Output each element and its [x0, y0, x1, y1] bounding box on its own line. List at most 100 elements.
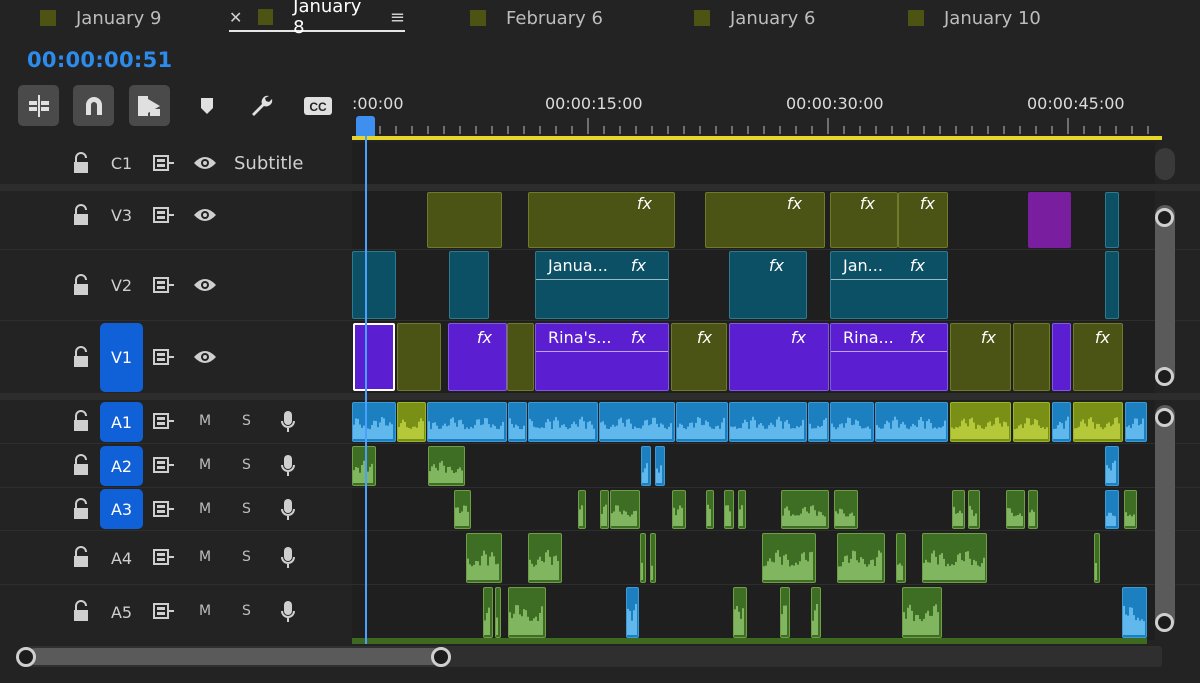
microphone-icon[interactable]: [280, 410, 296, 434]
audio-clip[interactable]: [780, 587, 790, 638]
audio-clip[interactable]: [968, 490, 980, 529]
audio-clip[interactable]: [1124, 490, 1137, 529]
lock-icon[interactable]: [72, 410, 90, 432]
audio-clip[interactable]: [762, 533, 816, 583]
audio-clip[interactable]: [495, 587, 501, 638]
audio-clip[interactable]: [922, 533, 987, 583]
audio-clip[interactable]: [483, 587, 493, 638]
audio-clip[interactable]: [352, 446, 376, 486]
audio-clip[interactable]: [397, 402, 426, 442]
eye-icon[interactable]: [193, 277, 217, 293]
video-clip[interactable]: [1105, 251, 1119, 319]
audio-clip[interactable]: [466, 533, 502, 583]
track-target-a3[interactable]: A3: [100, 489, 143, 529]
audio-clip[interactable]: [1105, 490, 1119, 529]
track-target-v1[interactable]: V1: [100, 323, 143, 392]
time-ruler[interactable]: :00:00 00:00:15:00 00:00:30:00 00:00:45:…: [352, 88, 1162, 142]
video-clip[interactable]: fx: [729, 251, 807, 319]
microphone-icon[interactable]: [280, 600, 296, 624]
subtitle-lane[interactable]: [352, 142, 1155, 184]
audio-clip[interactable]: [950, 402, 1011, 442]
snap-button[interactable]: [73, 85, 114, 126]
track-target-a2[interactable]: A2: [100, 446, 143, 486]
track-name[interactable]: A5: [100, 592, 143, 632]
video-clip[interactable]: fx: [950, 323, 1011, 391]
audio-clip[interactable]: [599, 402, 675, 442]
audio-clip[interactable]: [733, 587, 747, 638]
mute-button[interactable]: M: [199, 603, 211, 619]
a2-lane[interactable]: [352, 444, 1155, 487]
audio-clip[interactable]: [528, 533, 562, 583]
audio-clip[interactable]: [600, 490, 609, 529]
lock-icon[interactable]: [72, 274, 90, 296]
audio-clip[interactable]: [454, 490, 471, 529]
solo-button[interactable]: S: [242, 501, 251, 517]
audio-clip[interactable]: [508, 587, 546, 638]
audio-clip[interactable]: [1028, 490, 1038, 529]
audio-clip[interactable]: [650, 533, 656, 583]
tab-january-9[interactable]: January 9: [40, 4, 161, 32]
eye-icon[interactable]: [193, 207, 217, 223]
settings-wrench-button[interactable]: [241, 85, 282, 126]
audio-clip[interactable]: [528, 402, 598, 442]
video-clip[interactable]: fx: [729, 323, 829, 391]
lock-icon[interactable]: [72, 498, 90, 520]
horizontal-scroll-thumb[interactable]: [27, 648, 442, 665]
audio-clip[interactable]: [428, 446, 465, 486]
video-clip[interactable]: [397, 323, 441, 391]
video-clip[interactable]: [427, 192, 502, 248]
audio-clip[interactable]: [896, 533, 906, 583]
video-clip[interactable]: fx: [448, 323, 507, 391]
solo-button[interactable]: S: [242, 603, 251, 619]
captions-button[interactable]: CC: [297, 85, 338, 126]
sync-lock-icon[interactable]: [153, 457, 175, 473]
video-clip-jan[interactable]: Jan... fx: [830, 251, 948, 319]
audio-clip[interactable]: [1013, 402, 1050, 442]
playhead-timecode[interactable]: 00:00:00:51: [27, 48, 172, 72]
audio-clip[interactable]: [724, 490, 734, 529]
sync-lock-icon[interactable]: [153, 549, 175, 565]
audio-clip[interactable]: [1006, 490, 1025, 529]
audio-clip[interactable]: [508, 402, 527, 442]
audio-clip[interactable]: [1052, 402, 1071, 442]
audio-clip[interactable]: [837, 533, 885, 583]
insert-overwrite-button[interactable]: [18, 85, 59, 126]
sync-lock-icon[interactable]: [153, 501, 175, 517]
video-clip[interactable]: fx: [898, 192, 948, 248]
lock-icon[interactable]: [72, 346, 90, 368]
microphone-icon[interactable]: [280, 454, 296, 478]
track-name[interactable]: A4: [100, 538, 143, 578]
track-name[interactable]: V3: [100, 195, 143, 235]
audio-clip[interactable]: [808, 402, 829, 442]
sync-lock-icon[interactable]: [153, 349, 175, 365]
audio-clip[interactable]: [676, 402, 728, 442]
audio-clip[interactable]: [610, 490, 640, 529]
linked-selection-button[interactable]: [129, 85, 170, 126]
audio-clip[interactable]: [834, 490, 858, 529]
mute-button[interactable]: M: [199, 413, 211, 429]
solo-button[interactable]: S: [242, 413, 251, 429]
lock-icon[interactable]: [72, 546, 90, 568]
video-clip-selected[interactable]: [353, 323, 395, 391]
lock-icon[interactable]: [72, 204, 90, 226]
subtitle-scrollbar[interactable]: [1155, 148, 1175, 180]
video-clip[interactable]: fx: [1073, 323, 1123, 391]
audio-clip[interactable]: [952, 490, 965, 529]
video-clip[interactable]: [1028, 192, 1071, 248]
zoom-knob-right[interactable]: [431, 647, 451, 667]
solo-button[interactable]: S: [242, 549, 251, 565]
sync-lock-icon[interactable]: [153, 207, 175, 223]
track-name[interactable]: V2: [100, 265, 143, 305]
track-name[interactable]: C1: [100, 143, 143, 183]
video-clip[interactable]: fx: [830, 192, 898, 248]
mute-button[interactable]: M: [199, 501, 211, 517]
close-icon[interactable]: ✕: [229, 8, 242, 27]
audio-clip[interactable]: [1122, 587, 1147, 638]
playhead-handle[interactable]: [356, 116, 375, 136]
video-clip-rina[interactable]: Rina... fx: [830, 323, 948, 391]
menu-icon[interactable]: ≡: [390, 7, 405, 28]
tab-january-6[interactable]: January 6: [694, 4, 815, 32]
mute-button[interactable]: M: [199, 457, 211, 473]
eye-icon[interactable]: [193, 155, 217, 171]
zoom-knob-left[interactable]: [16, 647, 36, 667]
